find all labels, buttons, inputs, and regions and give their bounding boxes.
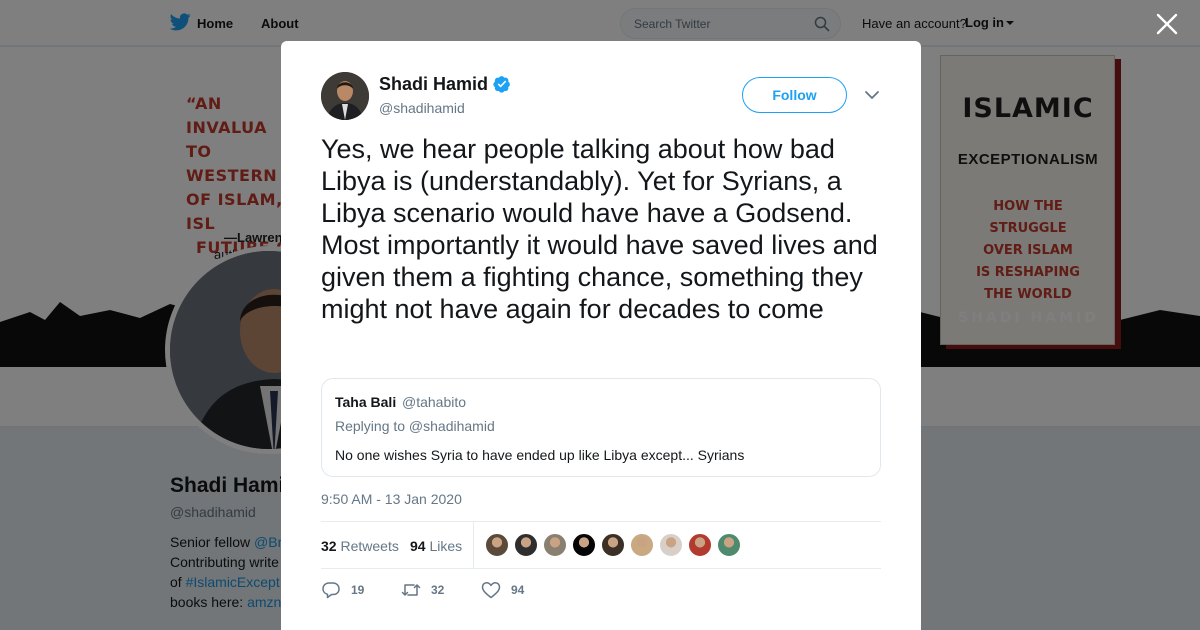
retweet-count: 32 <box>431 583 445 597</box>
verified-badge-icon <box>493 76 510 93</box>
likes-count[interactable]: 94 <box>410 538 426 554</box>
liker-avatar[interactable] <box>514 533 538 557</box>
reply-count: 19 <box>351 583 365 597</box>
liker-avatar[interactable] <box>601 533 625 557</box>
liker-avatar[interactable] <box>688 533 712 557</box>
liker-avatar[interactable] <box>659 533 683 557</box>
tweet-author-name[interactable]: Shadi Hamid <box>379 74 488 95</box>
follow-button[interactable]: Follow <box>742 77 847 113</box>
reply-icon[interactable] <box>321 581 341 599</box>
quoted-tweet-text: No one wishes Syria to have ended up lik… <box>335 447 745 463</box>
retweets-stat[interactable]: 32 Retweets <box>321 538 399 554</box>
liker-avatar[interactable] <box>572 533 596 557</box>
retweets-count[interactable]: 32 <box>321 538 337 554</box>
liker-avatar[interactable] <box>543 533 567 557</box>
tweet-author-handle[interactable]: @shadihamid <box>379 100 465 116</box>
quoted-author-handle[interactable]: @tahabito <box>402 394 466 410</box>
likes-label[interactable]: Likes <box>429 538 462 554</box>
liker-avatar[interactable] <box>485 533 509 557</box>
chevron-down-icon[interactable] <box>864 89 880 101</box>
close-icon[interactable] <box>1155 12 1179 36</box>
tweet-timestamp[interactable]: 9:50 AM - 13 Jan 2020 <box>321 491 462 507</box>
likes-stat[interactable]: 94 Likes <box>410 538 462 554</box>
tweet-modal: Shadi Hamid @shadihamid Follow Yes, we h… <box>281 41 921 630</box>
heart-icon[interactable] <box>481 581 501 599</box>
liker-avatar[interactable] <box>717 533 741 557</box>
tweet-stats: 32 Retweets 94 Likes <box>321 521 881 569</box>
tweet-author-avatar[interactable] <box>321 72 369 120</box>
tweet-author-avatar-image <box>321 72 369 120</box>
quoted-tweet[interactable]: Taha Bali @tahabito Replying to @shadiha… <box>321 378 881 477</box>
stats-divider <box>473 522 474 568</box>
tweet-actions: 19 32 94 <box>321 580 881 600</box>
retweets-label[interactable]: Retweets <box>340 538 398 554</box>
liker-avatar[interactable] <box>630 533 654 557</box>
replying-to-text: Replying to @shadihamid <box>335 418 495 434</box>
retweet-icon[interactable] <box>401 581 421 599</box>
like-count: 94 <box>511 583 525 597</box>
tweet-text: Yes, we hear people talking about how ba… <box>321 134 878 324</box>
quoted-author-name[interactable]: Taha Bali <box>335 394 396 410</box>
